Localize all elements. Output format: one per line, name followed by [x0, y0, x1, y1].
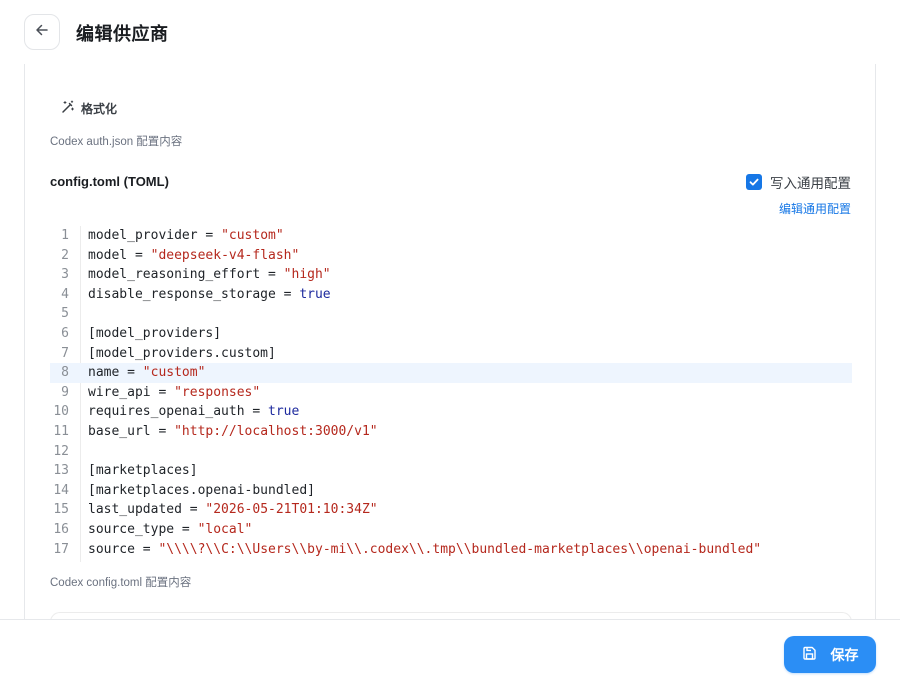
line-number: 7: [61, 345, 69, 361]
code-line[interactable]: 12: [50, 442, 852, 462]
line-number: 13: [53, 463, 69, 479]
code-token: "local": [197, 521, 253, 537]
code-token: base_url: [88, 423, 151, 439]
code-line[interactable]: 9 wire_api = "responses": [50, 383, 852, 403]
format-label: 格式化: [81, 102, 118, 116]
config-section-title: config.toml (TOML): [50, 174, 169, 189]
line-number: 15: [53, 502, 69, 518]
code-token: [marketplaces]: [88, 463, 198, 479]
line-number: 10: [53, 404, 69, 420]
code-line[interactable]: 16 source_type = "local": [50, 520, 852, 540]
code-token: requires_openai_auth: [88, 404, 245, 420]
auth-json-hint: Codex auth.json 配置内容: [50, 136, 183, 148]
code-line[interactable]: 8 name = "custom": [50, 363, 852, 383]
code-line[interactable]: 17 source = "\\\\?\\C:\\Users\\by-mi\\.co…: [50, 540, 852, 560]
config-toml-hint: Codex config.toml 配置内容: [50, 577, 192, 589]
code-token: model_reasoning_effort: [88, 267, 261, 283]
save-label: 保存: [830, 646, 859, 663]
edit-common-config-link[interactable]: 编辑通用配置: [779, 200, 851, 217]
code-token: "responses": [174, 384, 261, 400]
code-token: =: [150, 384, 175, 400]
line-number: 12: [53, 443, 69, 459]
code-line[interactable]: 11 base_url = "http://localhost:3000/v1": [50, 422, 852, 442]
line-number: 2: [61, 247, 69, 263]
footer-bar: 保存: [0, 619, 900, 688]
code-token: name: [88, 365, 120, 381]
code-token: last_updated: [88, 502, 182, 518]
checkbox-checked-icon[interactable]: [746, 174, 762, 190]
code-line[interactable]: 5: [50, 304, 852, 324]
code-token: "2026-05-21T01:10:34Z": [205, 502, 378, 518]
line-number: 8: [61, 365, 69, 381]
code-token: =: [127, 247, 151, 263]
code-token: true: [268, 404, 300, 420]
line-number: 3: [61, 267, 69, 283]
code-line[interactable]: 10 requires_openai_auth = true: [50, 402, 852, 422]
arrow-left-icon: [35, 23, 49, 42]
config-code-editor[interactable]: 1 model_provider = "custom" 2 model = "deep…: [50, 226, 852, 562]
magic-wand-icon: [61, 100, 75, 117]
line-number: 9: [61, 384, 69, 400]
line-number: 17: [53, 541, 69, 557]
code-token: source: [88, 541, 135, 557]
code-token: =: [275, 286, 300, 302]
code-token: "deepseek-v4-flash": [150, 247, 300, 263]
line-number: 4: [61, 286, 69, 302]
config-panel: 格式化 Codex auth.json 配置内容 config.toml (TO…: [24, 64, 876, 632]
code-line[interactable]: 1 model_provider = "custom": [50, 226, 852, 246]
code-token: disable_response_storage: [88, 286, 276, 302]
page-title: 编辑供应商: [76, 24, 169, 44]
code-line[interactable]: 14 [marketplaces.openai-bundled]: [50, 481, 852, 501]
code-token: =: [197, 228, 222, 243]
code-line[interactable]: 2 model = "deepseek-v4-flash": [50, 246, 852, 266]
line-number: 6: [61, 325, 69, 341]
code-line[interactable]: 15 last_updated = "2026-05-21T01:10:34Z": [50, 500, 852, 520]
code-token: model_provider: [88, 228, 198, 243]
code-token: =: [244, 404, 269, 420]
code-token: =: [119, 365, 143, 381]
save-button[interactable]: 保存: [784, 636, 876, 673]
code-line[interactable]: 13 [marketplaces]: [50, 461, 852, 481]
line-number: 11: [53, 423, 69, 439]
code-token: =: [150, 423, 175, 439]
floppy-disk-icon: [802, 646, 817, 664]
code-token: source_type: [88, 521, 175, 537]
code-token: "custom": [142, 365, 206, 381]
page-header: 编辑供应商: [0, 0, 900, 64]
write-common-config-toggle[interactable]: 写入通用配置: [746, 172, 851, 192]
code-token: true: [299, 286, 331, 302]
line-number: 5: [61, 306, 69, 322]
code-token: "custom": [221, 228, 284, 243]
line-number: 1: [61, 228, 69, 243]
line-number: 16: [53, 521, 69, 537]
code-token: model: [88, 247, 128, 263]
code-token: wire_api: [88, 384, 151, 400]
code-line[interactable]: 7 [model_providers.custom]: [50, 344, 852, 364]
code-token: "\\\\?\\C:\\Users\\by-mi\\.codex\\.tmp\\…: [158, 541, 762, 557]
line-number: 14: [53, 482, 69, 498]
code-line[interactable]: 4 disable_response_storage = true: [50, 285, 852, 305]
code-token: =: [260, 267, 284, 283]
code-token: [marketplaces.openai-bundled]: [88, 482, 315, 498]
code-token: [model_providers]: [88, 325, 222, 341]
code-token: =: [181, 502, 206, 518]
write-common-config-label: 写入通用配置: [770, 176, 851, 191]
code-token: =: [174, 521, 198, 537]
code-token: =: [134, 541, 159, 557]
format-button[interactable]: 格式化: [61, 100, 117, 117]
code-line[interactable]: 6 [model_providers]: [50, 324, 852, 344]
code-token: "high": [283, 267, 331, 283]
back-button[interactable]: [24, 14, 60, 50]
code-line[interactable]: 3 model_reasoning_effort = "high": [50, 265, 852, 285]
code-token: "http://localhost:3000/v1": [174, 423, 378, 439]
code-token: [model_providers.custom]: [88, 345, 276, 361]
